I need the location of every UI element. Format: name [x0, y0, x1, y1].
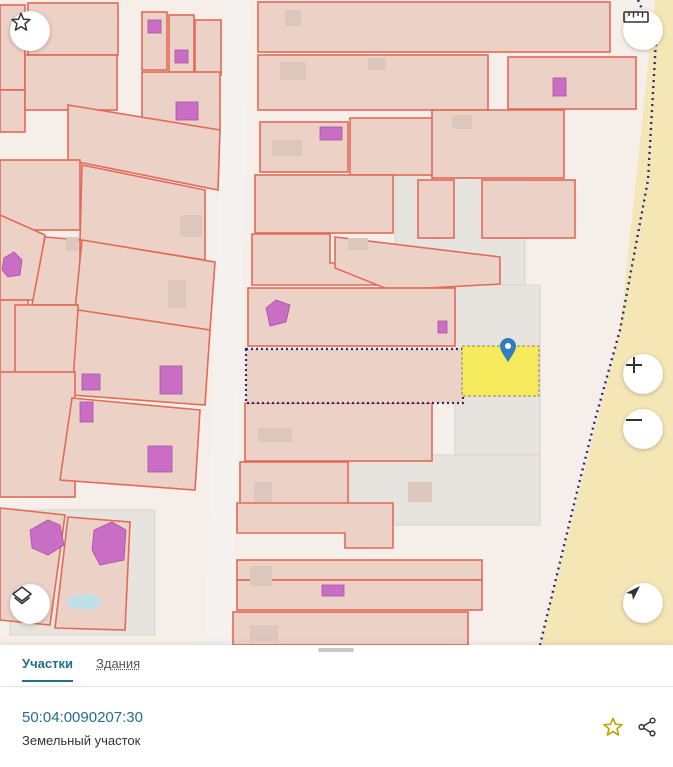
share-icon	[638, 717, 656, 737]
cadastral-number[interactable]: 50:04:0090207:30	[22, 709, 143, 726]
zoom-in-button[interactable]	[623, 354, 663, 394]
bottom-sheet: Участки Здания 50:04:0090207:30 Земельны…	[0, 645, 673, 767]
favorite-map-button[interactable]	[10, 11, 50, 51]
ruler-icon	[623, 11, 649, 23]
selected-parcel[interactable]	[461, 345, 540, 397]
layers-icon	[12, 586, 32, 605]
parcel-type-label: Земельный участок	[22, 733, 141, 748]
tab-bar: Участки Здания	[0, 645, 673, 687]
layers-button[interactable]	[10, 584, 50, 624]
star-icon	[603, 717, 623, 736]
zoom-out-button[interactable]	[623, 409, 663, 449]
favorite-parcel-button[interactable]	[602, 716, 624, 743]
tab-buildings[interactable]: Здания	[96, 656, 140, 671]
pond	[67, 594, 101, 610]
locate-button[interactable]	[623, 583, 663, 623]
star-icon	[11, 12, 31, 31]
share-button[interactable]	[636, 716, 658, 743]
minus-icon	[626, 419, 642, 421]
map-canvas[interactable]	[0, 0, 673, 645]
tab-parcels[interactable]: Участки	[22, 656, 73, 682]
ruler-button[interactable]	[623, 10, 663, 50]
cadastral-map[interactable]	[0, 0, 673, 645]
selected-parcel-outline[interactable]	[244, 347, 465, 405]
navigation-arrow-icon	[626, 586, 640, 600]
plus-icon	[626, 357, 642, 373]
